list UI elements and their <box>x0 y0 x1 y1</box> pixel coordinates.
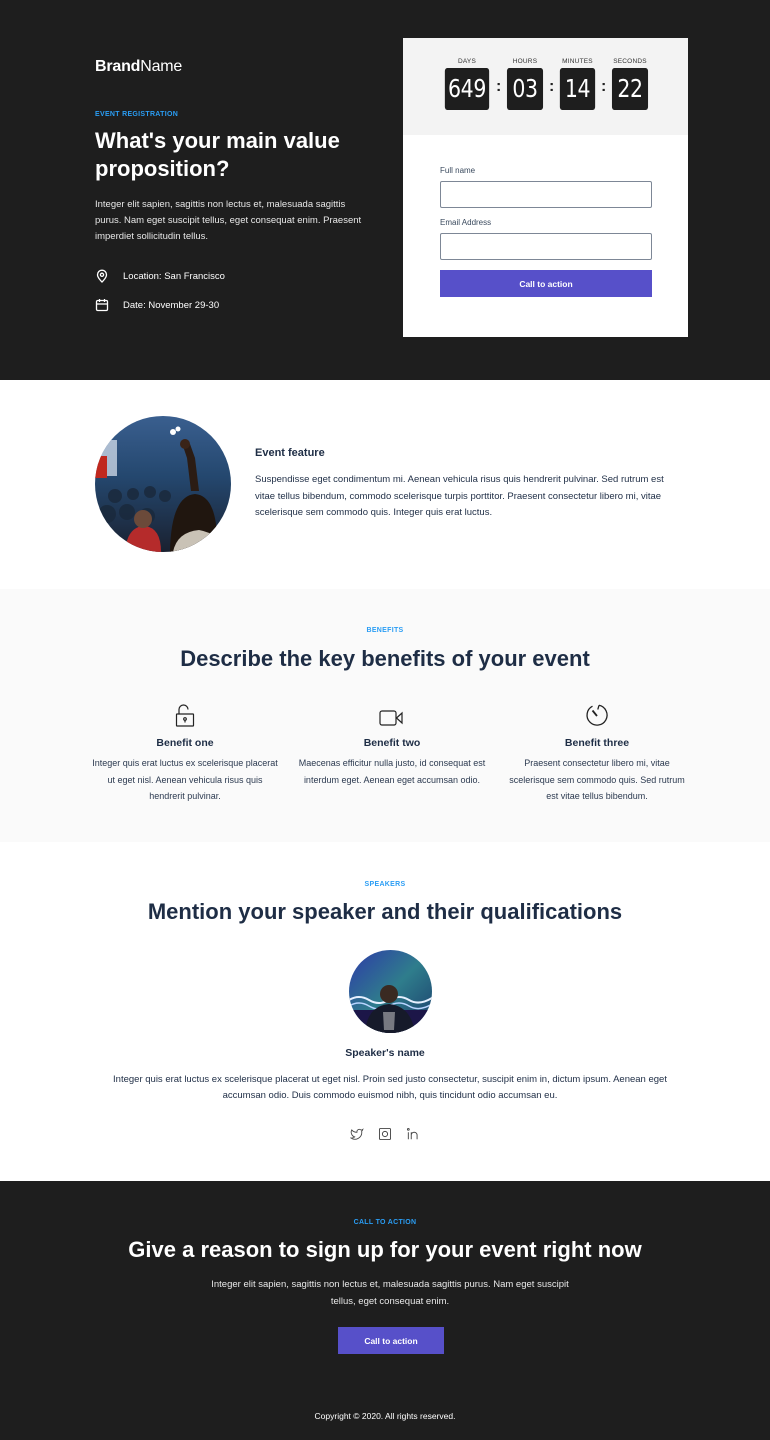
calendar-icon <box>95 298 109 312</box>
hero-eyebrow: EVENT REGISTRATION <box>95 111 179 118</box>
registration-card: DAYS 649 : HOURS 03 : MINUTES 14 : SECON… <box>403 38 688 337</box>
map-pin-icon <box>95 269 109 283</box>
speaker-avatar <box>349 950 432 1033</box>
register-submit-button[interactable]: Call to action <box>440 270 652 297</box>
event-location: Location: San Francisco <box>95 269 225 283</box>
unlock-icon <box>90 699 280 727</box>
countdown-hours-value: 03 <box>506 68 544 110</box>
feature-image <box>95 416 231 552</box>
video-camera-icon <box>297 699 487 727</box>
full-name-label: Full name <box>440 166 476 175</box>
benefits-section: BENEFITS Describe the key benefits of yo… <box>0 589 770 842</box>
benefit-title: Benefit three <box>564 737 630 749</box>
countdown-minutes-value: 14 <box>559 68 596 110</box>
email-label: Email Address <box>440 218 492 227</box>
feature-description: Suspendisse eget condimentum mi. Aenean … <box>255 474 664 518</box>
hero-description: Integer elit sapien, sagittis non lectus… <box>95 199 362 242</box>
speakers-section: SPEAKERS Mention your speaker and their … <box>0 842 770 1181</box>
cta-button[interactable]: Call to action <box>338 1327 444 1354</box>
countdown-minutes: MINUTES 14 <box>556 58 599 110</box>
benefits-title: Describe the key benefits of your event <box>180 646 590 671</box>
countdown-timer: DAYS 649 : HOURS 03 : MINUTES 14 : SECON… <box>403 38 688 135</box>
speaker-bio: Integer quis erat luctus ex scelerisque … <box>113 1074 667 1101</box>
speaker-social-links <box>0 1127 770 1141</box>
cta-title: Give a reason to sign up for your event … <box>128 1237 642 1262</box>
benefit-text: Praesent consectetur libero mi, vitae sc… <box>509 758 685 801</box>
countdown-seconds-value: 22 <box>611 68 649 110</box>
countdown-hours: HOURS 03 <box>503 58 547 110</box>
countdown-separator: : <box>496 78 502 95</box>
footer-copyright: Copyright © 2020. All rights reserved. <box>314 1411 456 1421</box>
benefit-text: Integer quis erat luctus ex scelerisque … <box>92 758 278 801</box>
countdown-days: DAYS 649 <box>440 58 494 110</box>
date-label: Date: November 29-30 <box>123 299 220 311</box>
feature-title: Event feature <box>255 447 325 459</box>
brand-logo[interactable]: BrandName <box>95 58 182 76</box>
cta-section: CALL TO ACTION Give a reason to sign up … <box>0 1181 770 1440</box>
benefit-card: Benefit two Maecenas efficitur nulla jus… <box>297 699 487 788</box>
countdown-seconds: SECONDS 22 <box>608 58 652 110</box>
hero-title: What's your main value proposition? <box>95 128 340 181</box>
timer-icon <box>502 699 692 727</box>
hero-section: BrandName EVENT REGISTRATION What's your… <box>0 0 770 380</box>
twitter-icon[interactable] <box>350 1127 364 1141</box>
speakers-eyebrow: SPEAKERS <box>364 881 406 888</box>
event-date: Date: November 29-30 <box>95 298 219 312</box>
countdown-separator: : <box>601 78 607 95</box>
benefit-title: Benefit one <box>156 737 214 749</box>
speaker-name: Speaker's name <box>345 1047 425 1059</box>
registration-form: Full name Email Address Call to action <box>440 166 652 297</box>
location-label: Location: San Francisco <box>123 270 225 282</box>
cta-eyebrow: CALL TO ACTION <box>353 1219 417 1226</box>
linkedin-icon[interactable] <box>406 1127 420 1141</box>
cta-description: Integer elit sapien, sagittis non lectus… <box>211 1279 569 1307</box>
instagram-icon[interactable] <box>378 1127 392 1141</box>
email-input[interactable] <box>440 233 652 260</box>
countdown-days-value: 649 <box>444 68 490 110</box>
benefit-card: Benefit three Praesent consectetur liber… <box>502 699 692 805</box>
countdown-separator: : <box>549 78 555 95</box>
benefit-title: Benefit two <box>363 737 421 749</box>
full-name-input[interactable] <box>440 181 652 208</box>
benefit-card: Benefit one Integer quis erat luctus ex … <box>90 699 280 805</box>
feature-section: Event feature Suspendisse eget condiment… <box>0 380 770 589</box>
benefits-eyebrow: BENEFITS <box>366 627 404 634</box>
speakers-title: Mention your speaker and their qualifica… <box>147 899 623 924</box>
benefit-text: Maecenas efficitur nulla justo, id conse… <box>298 758 486 785</box>
